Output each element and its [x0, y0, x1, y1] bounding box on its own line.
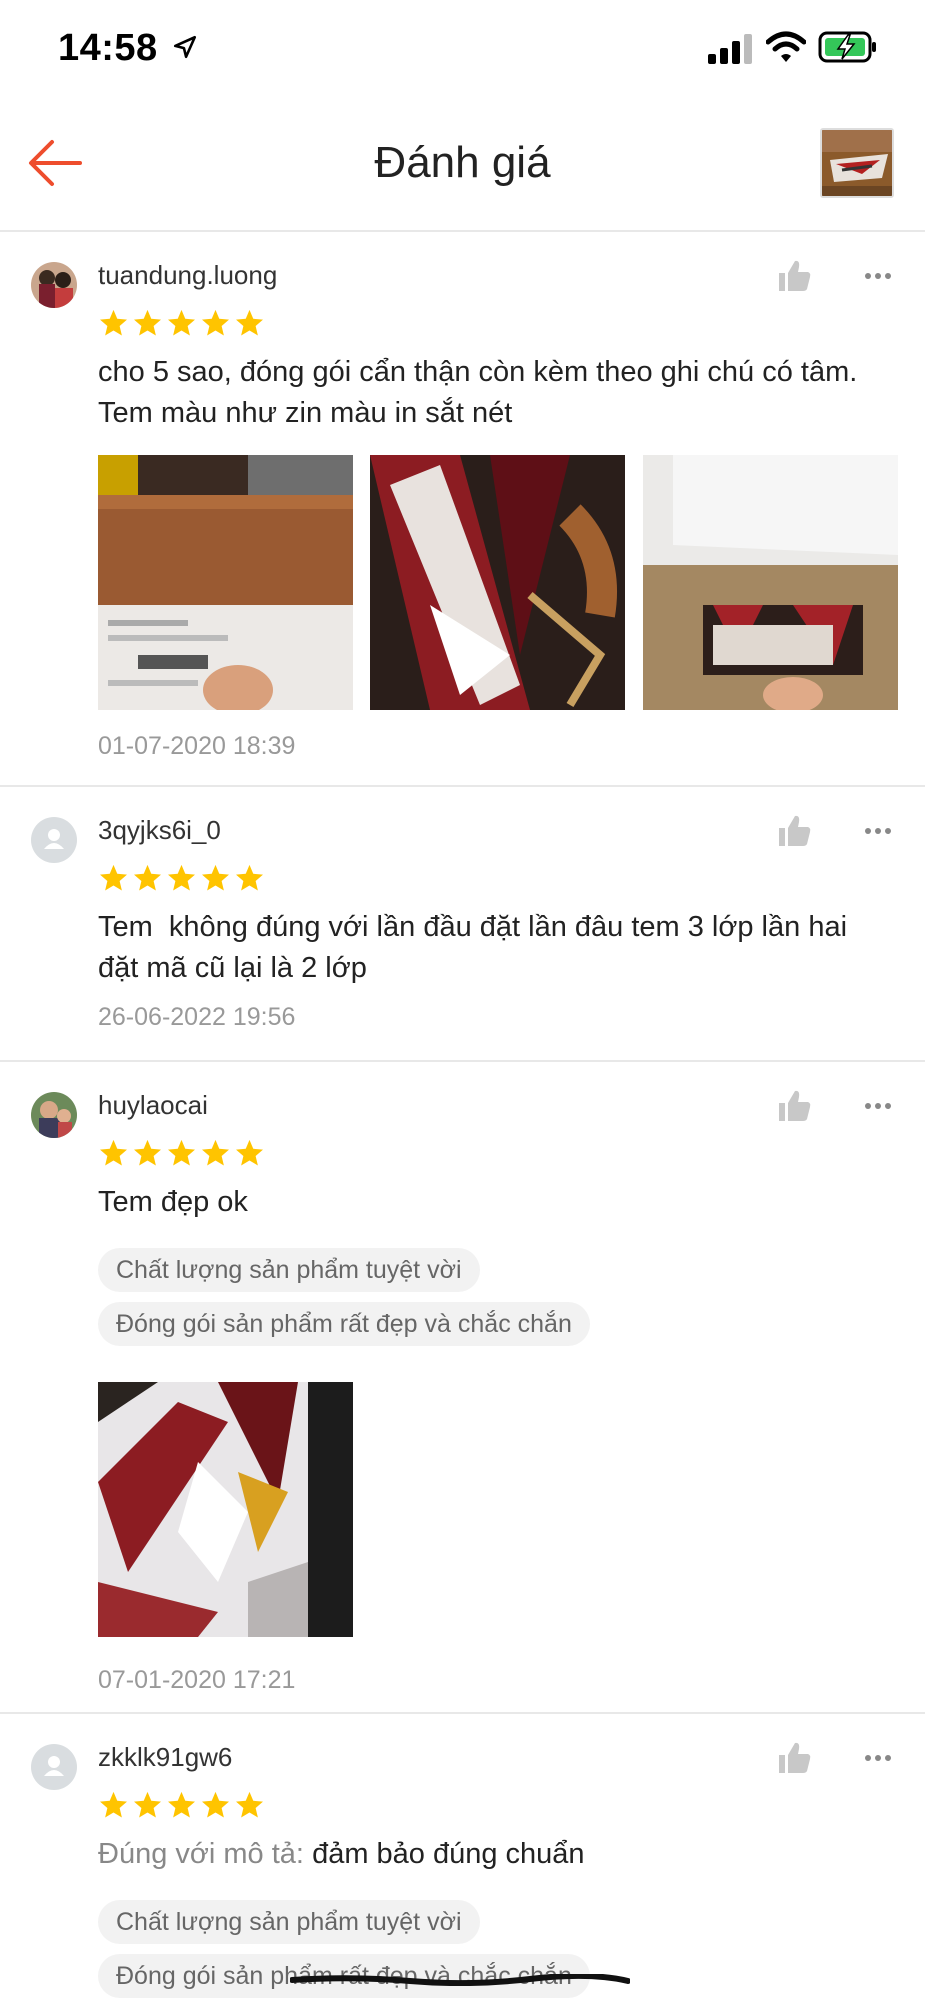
star-icon [236, 309, 263, 336]
avatar [31, 262, 77, 308]
star-icon [168, 864, 195, 891]
star-icon [100, 1791, 127, 1818]
review-comment: Đúng với mô tả: đảm bảo đúng chuẩn [98, 1834, 888, 1875]
avatar [31, 1092, 77, 1138]
star-icon [236, 1791, 263, 1818]
battery-charging-icon [818, 31, 876, 63]
star-icon [168, 1139, 195, 1166]
comment-value: đảm bảo đúng chuẩn [312, 1838, 585, 1870]
default-avatar-icon [44, 1756, 64, 1776]
reviewer-username: 3qyjks6i_0 [98, 815, 221, 845]
review-tag: Chất lượng sản phẩm tuyệt vời [98, 1248, 480, 1292]
review-date: 01-07-2020 18:39 [98, 732, 296, 760]
scribble-mark [290, 1974, 630, 1986]
review-tag: Đóng gói sản phẩm rất đẹp và chắc chắn [98, 1302, 590, 1346]
review-photo[interactable] [643, 455, 898, 710]
review-comment: Tem không đúng với lần đầu đặt lần đâu t… [98, 911, 856, 984]
review-item: 3qyjks6i_0 Tem không đúng với lần đầu đặ… [0, 787, 925, 1062]
review-photo[interactable] [98, 455, 353, 710]
default-avatar-icon [44, 829, 64, 849]
reviewer-username: tuandung.luong [98, 260, 278, 290]
star-icon [100, 1139, 127, 1166]
review-comment: cho 5 sao, đóng gói cẩn thận còn kèm the… [98, 356, 858, 429]
star-icon [100, 309, 127, 336]
status-bar: 14:58 [0, 0, 925, 100]
review-item: zkklk91gw6 Đúng với mô tả: đảm bảo đúng … [0, 1714, 925, 2000]
reviewer-username: huylaocai [98, 1090, 208, 1120]
star-icon [168, 309, 195, 336]
star-icon [202, 309, 229, 336]
star-icon [134, 1139, 161, 1166]
thumbs-up-icon[interactable] [776, 1088, 812, 1124]
review-date: 07-01-2020 17:21 [98, 1666, 296, 1694]
star-icon [134, 309, 161, 336]
product-thumbnail[interactable] [820, 128, 894, 198]
review-comment: Tem đẹp ok [98, 1186, 248, 1218]
more-options-icon[interactable] [864, 1102, 892, 1110]
star-icon [202, 1139, 229, 1166]
review-date: 26-06-2022 19:56 [98, 1003, 296, 1031]
star-rating [98, 1138, 265, 1168]
star-icon [134, 1791, 161, 1818]
star-rating [98, 308, 265, 338]
more-options-icon[interactable] [864, 827, 892, 835]
review-photo[interactable] [370, 455, 625, 710]
thumbs-up-icon[interactable] [776, 258, 812, 294]
star-icon [100, 864, 127, 891]
page-title: Đánh giá [374, 138, 551, 187]
star-rating [98, 1790, 265, 1820]
location-arrow-icon [173, 35, 197, 59]
wifi-icon [766, 31, 806, 62]
star-icon [236, 1139, 263, 1166]
star-icon [168, 1791, 195, 1818]
star-icon [134, 864, 161, 891]
star-icon [202, 1791, 229, 1818]
comment-label: Đúng với mô tả: [98, 1838, 304, 1870]
avatar [31, 817, 77, 863]
review-item: huylaocai Tem đẹp ok Chất lượng sản phẩm… [0, 1062, 925, 1714]
review-item: tuandung.luong cho 5 sao, đóng gói cẩn t… [0, 232, 925, 787]
review-tag: Chất lượng sản phẩm tuyệt vời [98, 1900, 480, 1944]
top-nav-bar: Đánh giá [0, 100, 925, 232]
reviewer-username: zkklk91gw6 [98, 1742, 233, 1772]
review-photo[interactable] [98, 1382, 353, 1637]
star-icon [236, 864, 263, 891]
star-rating [98, 863, 265, 893]
more-options-icon[interactable] [864, 1754, 892, 1762]
more-options-icon[interactable] [864, 272, 892, 280]
thumbs-up-icon[interactable] [776, 1740, 812, 1776]
star-icon [202, 864, 229, 891]
cellular-signal-icon [708, 34, 752, 64]
status-time: 14:58 [58, 27, 158, 69]
avatar [31, 1744, 77, 1790]
thumbs-up-icon[interactable] [776, 813, 812, 849]
